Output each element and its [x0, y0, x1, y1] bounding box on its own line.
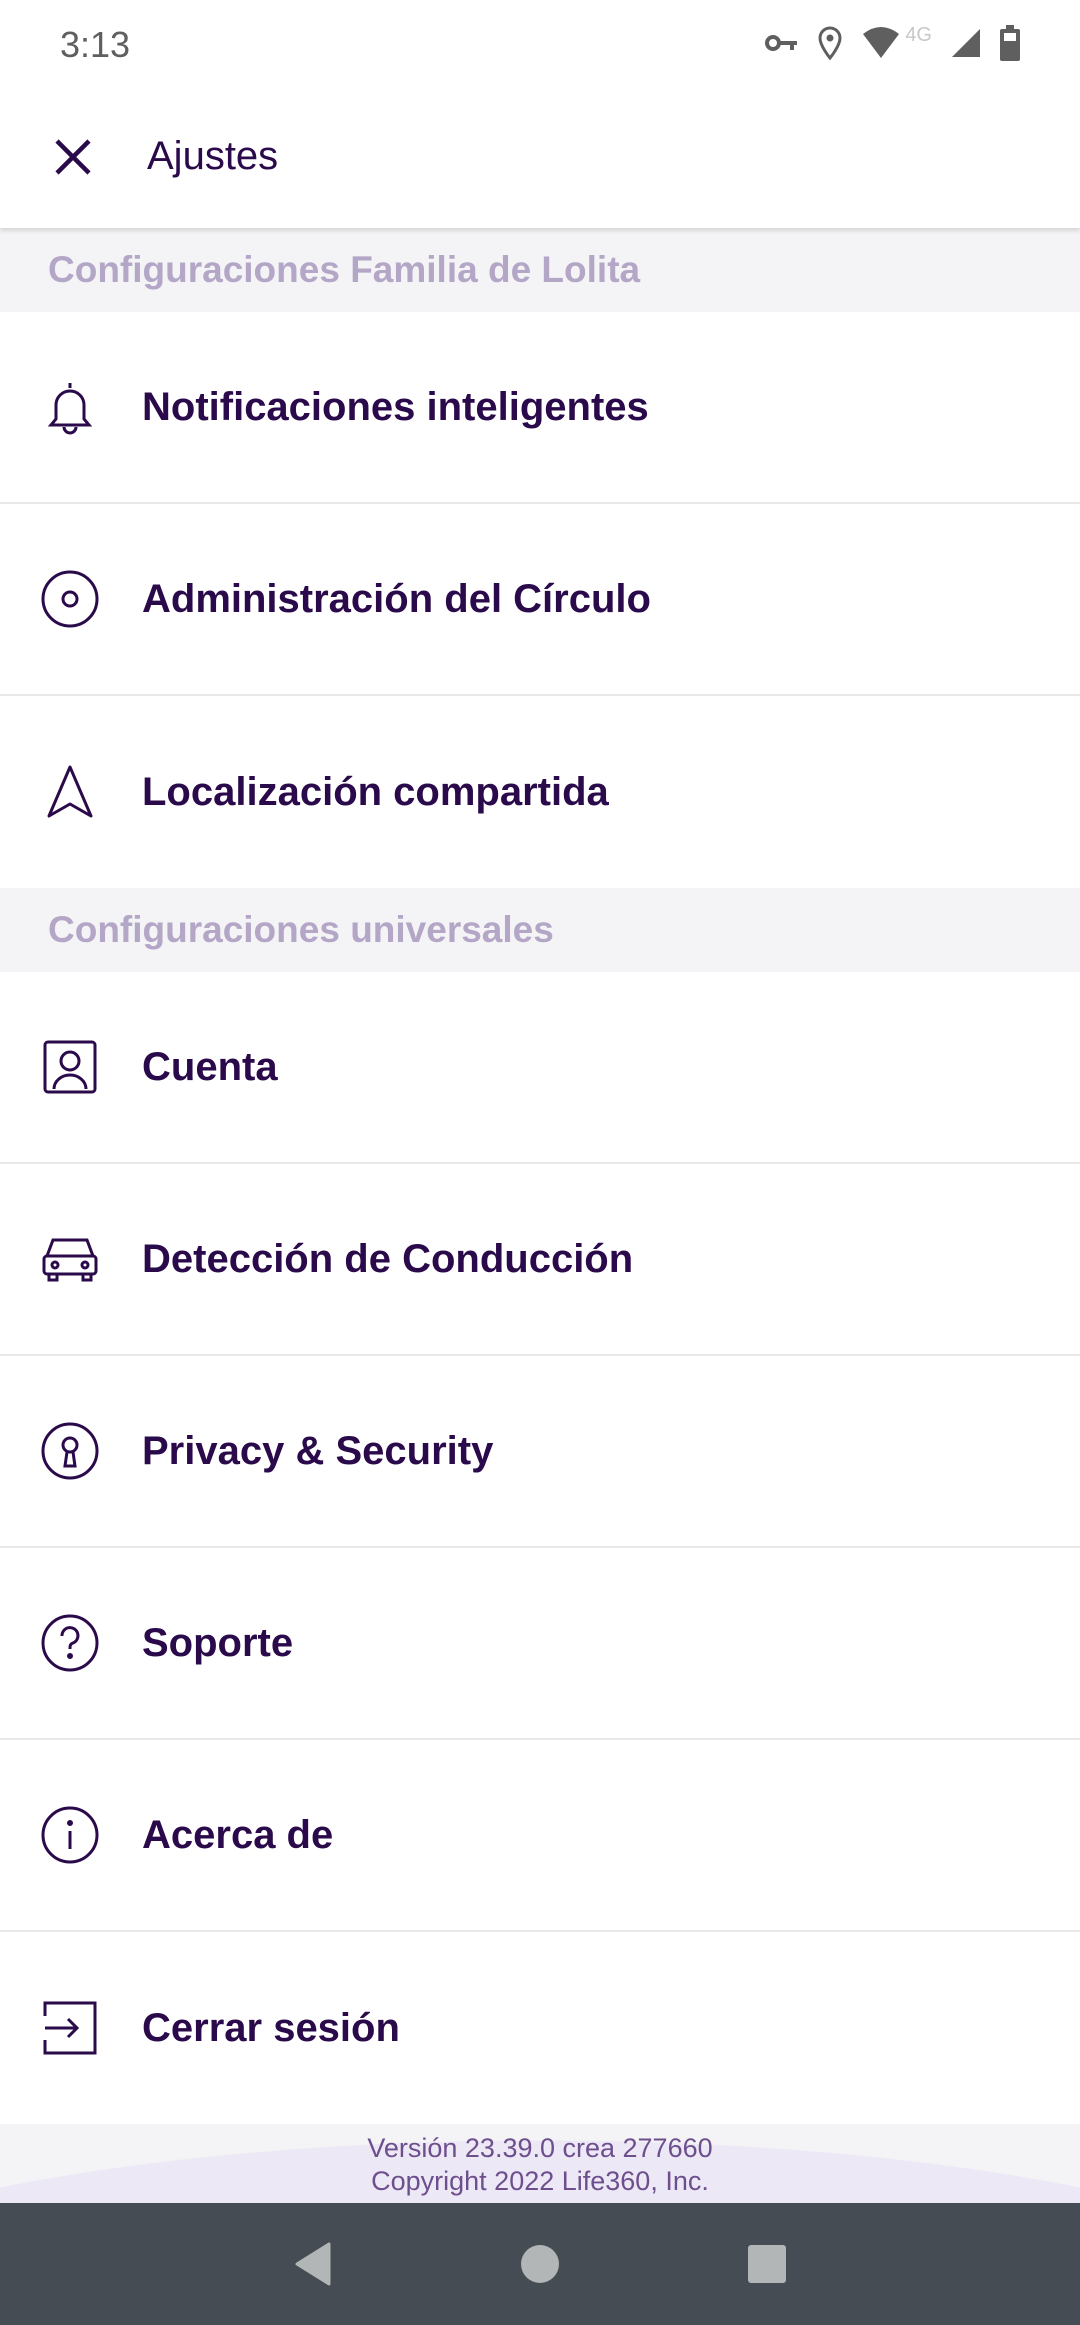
navigation-bar	[0, 2203, 1080, 2325]
settings-item-label: Acerca de	[142, 1812, 334, 1857]
recents-icon[interactable]	[747, 2244, 787, 2284]
close-icon	[55, 138, 91, 175]
keyhole-icon	[39, 1420, 101, 1482]
back-icon[interactable]	[293, 2242, 333, 2286]
app-bar: Ajustes	[0, 85, 1080, 228]
circle-icon	[39, 568, 101, 630]
settings-item-label: Soporte	[142, 1620, 294, 1665]
vpn-key-icon	[765, 34, 798, 51]
footer: Versión 23.39.0 crea 277660 Copyright 20…	[0, 2124, 1080, 2203]
version-text: Versión 23.39.0 crea 277660	[367, 2133, 713, 2163]
settings-item-drive-detection[interactable]: Detección de Conducción	[0, 1164, 1080, 1356]
settings-item-label: Detección de Conducción	[142, 1236, 634, 1281]
help-icon	[39, 1612, 101, 1674]
info-icon	[39, 1804, 101, 1866]
battery-icon	[1000, 24, 1020, 61]
home-icon[interactable]	[520, 2244, 560, 2284]
settings-item-logout[interactable]: Cerrar sesión	[0, 1932, 1080, 2124]
logout-icon	[39, 1997, 101, 2059]
bell-icon	[39, 376, 101, 438]
settings-item-privacy-security[interactable]: Privacy & Security	[0, 1356, 1080, 1548]
settings-item-account[interactable]: Cuenta	[0, 972, 1080, 1164]
close-button[interactable]	[43, 127, 103, 187]
settings-item-label: Administración del Círculo	[142, 576, 651, 621]
settings-item-support[interactable]: Soporte	[0, 1548, 1080, 1740]
navigation-arrow-icon	[39, 761, 101, 823]
settings-item-label: Cerrar sesión	[142, 2005, 400, 2050]
network-type: 4G	[905, 24, 932, 46]
status-time: 3:13	[60, 23, 131, 65]
settings-item-label: Privacy & Security	[142, 1428, 494, 1473]
settings-item-circle-management[interactable]: Administración del Círculo	[0, 504, 1080, 696]
account-icon	[39, 1036, 101, 1098]
page-title: Ajustes	[147, 134, 279, 178]
settings-item-smart-notifications[interactable]: Notificaciones inteligentes	[0, 312, 1080, 504]
wifi-icon	[863, 26, 900, 58]
settings-item-label: Notificaciones inteligentes	[142, 384, 649, 429]
signal-icon	[952, 28, 980, 57]
settings-item-label: Localización compartida	[142, 769, 609, 814]
settings-item-about[interactable]: Acerca de	[0, 1740, 1080, 1932]
section-header-family: Configuraciones Familia de Lolita	[0, 228, 1080, 312]
car-icon	[39, 1228, 101, 1290]
section-header-universal: Configuraciones universales	[0, 888, 1080, 972]
settings-item-label: Cuenta	[142, 1044, 278, 1089]
settings-item-location-sharing[interactable]: Localización compartida	[0, 696, 1080, 888]
status-bar: 3:13 4G	[0, 0, 1080, 85]
copyright-text: Copyright 2022 Life360, Inc.	[371, 2166, 709, 2196]
location-icon	[818, 25, 842, 60]
